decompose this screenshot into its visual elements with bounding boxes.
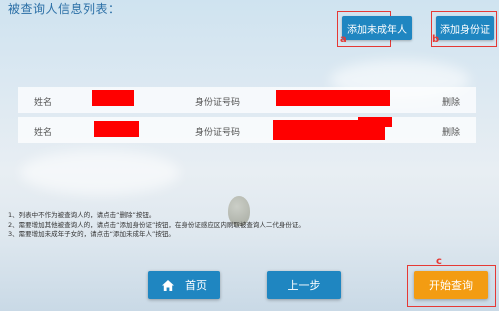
- page-title: 被查询人信息列表：: [8, 2, 121, 16]
- delete-link[interactable]: 删除: [442, 95, 460, 108]
- note-line: 2、需要增加其他被查询人的，请点击“添加身份证”按钮，在身份证感应区内刷取被查询…: [8, 220, 305, 229]
- id-redaction: [358, 117, 392, 127]
- home-icon: [162, 279, 174, 291]
- name-label: 姓名: [34, 128, 53, 138]
- add-minor-button[interactable]: 添加未成年人: [342, 16, 412, 40]
- marker-b: b: [432, 34, 440, 45]
- home-button-label: 首页: [185, 279, 207, 292]
- name-redaction: [92, 90, 134, 106]
- id-label: 身份证号码: [195, 128, 241, 138]
- note-line: 1、列表中不作为被查询人的，请点击“删除”按钮。: [8, 211, 156, 219]
- instructions: 1、列表中不作为被查询人的，请点击“删除”按钮。 2、需要增加其他被查询人的，请…: [8, 211, 305, 240]
- id-label: 身份证号码: [195, 98, 241, 108]
- id-redaction: [276, 90, 390, 106]
- home-button[interactable]: 首页: [148, 271, 220, 299]
- name-label: 姓名: [34, 98, 53, 108]
- note-line: 3、需要增加未成年子女的，请点击“添加未成年人”按钮。: [8, 230, 175, 238]
- background-cloud: [20, 150, 180, 195]
- name-redaction: [94, 121, 139, 137]
- table-row: 姓名 身份证号码 删除: [18, 87, 476, 113]
- previous-step-button[interactable]: 上一步: [267, 271, 341, 299]
- marker-c: c: [436, 256, 442, 267]
- marker-a: a: [340, 34, 347, 45]
- delete-link[interactable]: 删除: [442, 125, 460, 138]
- add-id-card-button[interactable]: 添加身份证: [436, 16, 494, 40]
- table-row: 姓名 身份证号码 删除: [18, 117, 476, 143]
- start-query-button[interactable]: 开始查询: [414, 271, 488, 299]
